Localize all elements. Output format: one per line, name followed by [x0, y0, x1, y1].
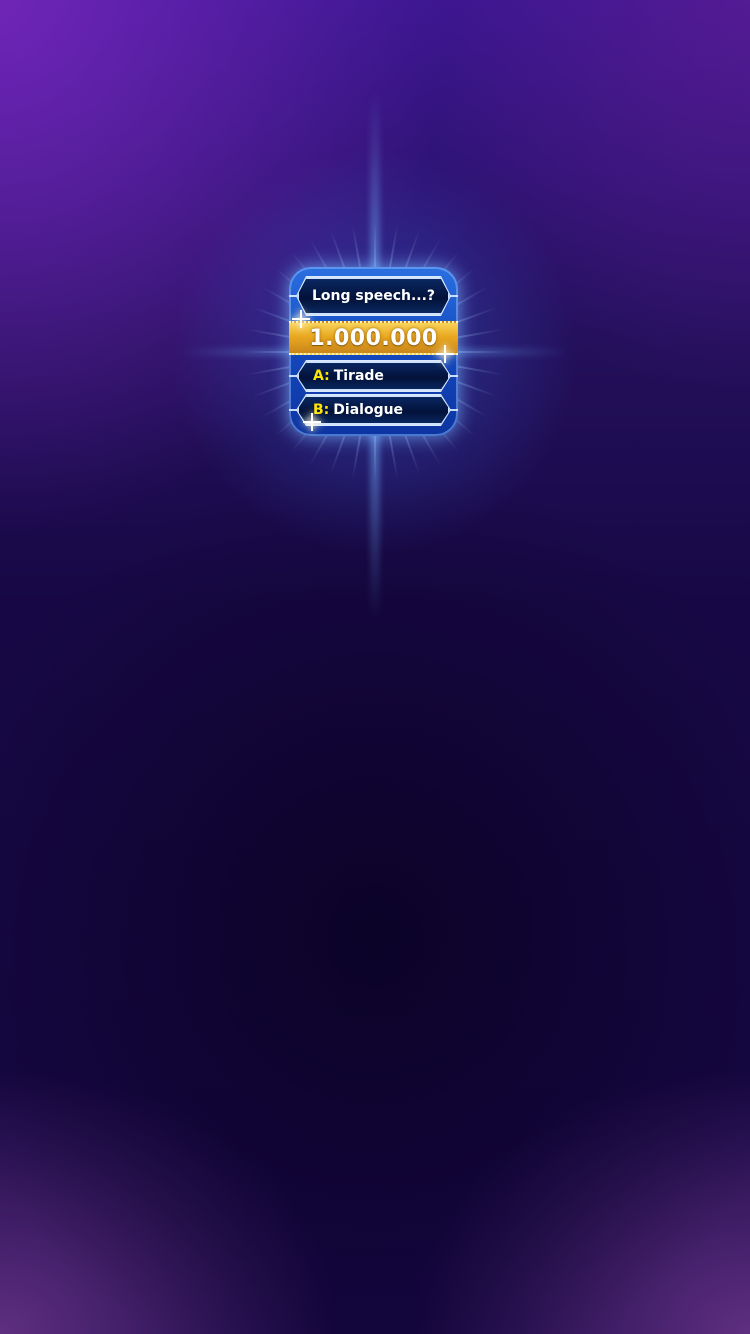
question-text: Long speech...? — [311, 288, 436, 304]
prize-amount: 1.000.000 — [309, 325, 438, 351]
sparkle-icon — [303, 413, 321, 431]
answer-b-text: Dialogue — [333, 402, 404, 418]
answer-b: B: Dialogue — [313, 395, 446, 425]
answer-a: A: Tirade — [313, 361, 446, 391]
question-row: Long speech...? — [289, 277, 458, 315]
sparkle-icon — [292, 310, 310, 328]
answer-a-letter: A: — [313, 368, 330, 384]
game-icon-card[interactable]: Long speech...? 1.000.000 A: Tirade B: D… — [289, 267, 458, 436]
answer-a-row[interactable]: A: Tirade — [289, 361, 458, 391]
sparkle-icon — [436, 345, 454, 363]
prize-banner: 1.000.000 — [289, 321, 458, 355]
answer-a-text: Tirade — [333, 368, 384, 384]
